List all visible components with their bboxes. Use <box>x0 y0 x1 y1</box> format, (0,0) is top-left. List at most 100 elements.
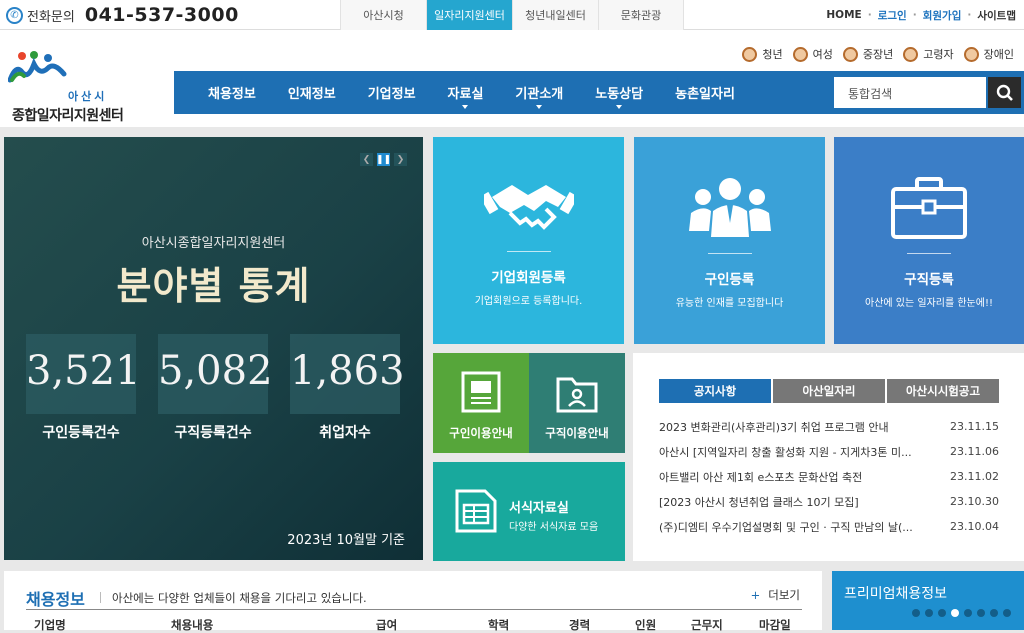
column-header: 근무지 <box>691 618 723 632</box>
site-tab-asan-city[interactable]: 아산시청 <box>340 0 426 30</box>
list-item[interactable]: (주)디엠티 우수기업설명회 및 구인 · 구직 만남의 날(... 23.10.… <box>659 514 999 539</box>
home-link[interactable]: HOME <box>826 9 861 21</box>
next-icon[interactable]: ❯ <box>394 153 407 166</box>
tab-asan-jobs[interactable]: 아산일자리 <box>773 379 885 403</box>
prev-icon[interactable]: ❮ <box>360 153 373 166</box>
notice-date: 23.11.06 <box>950 445 999 458</box>
top-bar: ✆ 전화문의 041-537-3000 아산시청 일자리지원센터 청년내일센터 … <box>0 0 1024 30</box>
notice-date: 23.10.04 <box>950 520 999 533</box>
site-tab-job-center[interactable]: 일자리지원센터 <box>426 0 512 30</box>
persona-label: 고령자 <box>923 48 954 61</box>
nav-label: 기관소개 <box>515 87 564 102</box>
site-tab-youth-center[interactable]: 청년내일센터 <box>512 0 598 30</box>
list-item[interactable]: 2023 변화관리(사후관리)3기 취업 프로그램 안내 23.11.15 <box>659 414 999 439</box>
carousel-dot[interactable] <box>977 609 985 617</box>
list-item[interactable]: 아트밸리 아산 제1회 e스포츠 문화산업 축전 23.11.02 <box>659 464 999 489</box>
column-header: 학력 <box>488 618 510 632</box>
signup-link[interactable]: 회원가입 <box>923 8 962 23</box>
persona-disabled[interactable]: 장애인 <box>963 46 1014 62</box>
search-icon <box>996 84 1013 101</box>
site-tabs: 아산시청 일자리지원센터 청년내일센터 문화관광 <box>340 0 684 30</box>
plus-icon: + <box>750 588 761 602</box>
tile-title: 기업회원등록 <box>491 270 566 286</box>
job-guide-tile[interactable]: 구직이용안내 <box>529 353 625 453</box>
carousel-dot[interactable] <box>990 609 998 617</box>
persona-label: 장애인 <box>983 48 1014 61</box>
sitemap-link[interactable]: 사이트맵 <box>977 8 1016 23</box>
carousel-dot[interactable] <box>912 609 920 617</box>
section-title: 프리미엄채용정보 <box>844 586 948 602</box>
separator-dot: · <box>867 9 872 21</box>
list-item[interactable]: [2023 아산시 청년취업 클래스 10기 모집] 23.10.30 <box>659 489 999 514</box>
notice-title: (주)디엠티 우수기업설명회 및 구인 · 구직 만남의 날(... <box>659 520 913 534</box>
nav-item-recruit[interactable]: 채용정보 <box>192 71 272 114</box>
stat-card: 3,521 <box>26 334 141 414</box>
persona-youth[interactable]: 청년 <box>742 46 783 62</box>
phone-label: 전화문의 <box>27 9 75 25</box>
company-register-tile[interactable]: 기업회원등록 기업회원으로 등록합니다. <box>433 137 624 344</box>
separator-dot: · <box>967 9 972 21</box>
nav-item-talent[interactable]: 인재정보 <box>272 71 352 114</box>
forms-library-tile[interactable]: 서식자료실 다양한 서식자료 모음 <box>433 462 625 561</box>
nav-item-company[interactable]: 기업정보 <box>352 71 432 114</box>
persona-menu: 청년 여성 중장년 고령자 장애인 <box>742 46 1024 62</box>
persona-middle-aged[interactable]: 중장년 <box>842 46 894 62</box>
notice-date: 23.10.30 <box>950 495 999 508</box>
carousel-dots <box>912 609 1016 617</box>
persona-women[interactable]: 여성 <box>792 46 833 62</box>
nav-item-labor[interactable]: 노동상담 <box>579 71 659 114</box>
hire-guide-tile[interactable]: 구인이용안내 <box>433 353 529 453</box>
person-icon <box>842 46 858 62</box>
carousel-dot[interactable] <box>951 609 959 617</box>
more-link[interactable]: + 더보기 <box>751 587 800 603</box>
section-desc: 아산에는 다양한 업체들이 채용을 기다리고 있습니다. <box>112 591 367 605</box>
stat-value: 3,521 <box>26 348 141 394</box>
persona-senior[interactable]: 고령자 <box>903 46 954 62</box>
slide-footnote: 2023년 10월말 기준 <box>287 533 405 548</box>
slide-subtitle: 아산시종합일자리지원센터 <box>141 236 286 251</box>
pause-icon[interactable]: ❚❚ <box>376 153 391 166</box>
person-icon <box>792 46 808 62</box>
notice-tabs: 공지사항 아산일자리 아산시시험공고 <box>659 379 1001 403</box>
notice-board: 공지사항 아산일자리 아산시시험공고 2023 변화관리(사후관리)3기 취업 … <box>633 353 1024 561</box>
column-header: 마감일 <box>759 618 791 632</box>
notice-title: 아트밸리 아산 제1회 e스포츠 문화산업 축전 <box>659 470 863 484</box>
caret-down-icon <box>536 105 543 109</box>
search-input[interactable]: 통합검색 <box>834 77 986 108</box>
tab-notice[interactable]: 공지사항 <box>659 379 771 403</box>
carousel-dot[interactable] <box>938 609 946 617</box>
person-icon <box>963 46 979 62</box>
tile-desc: 기업회원으로 등록합니다. <box>474 296 583 307</box>
stat-value: 5,082 <box>158 348 273 394</box>
search-button[interactable] <box>988 77 1021 108</box>
persona-label: 여성 <box>812 48 833 61</box>
nav-item-about[interactable]: 기관소개 <box>499 71 579 114</box>
column-header: 인원 <box>635 618 657 632</box>
nav-label: 기업정보 <box>367 87 416 102</box>
carousel-dot[interactable] <box>925 609 933 617</box>
nav-item-library[interactable]: 자료실 <box>432 71 500 114</box>
login-link[interactable]: 로그인 <box>878 8 907 23</box>
stat-label: 구직등록건수 <box>174 425 252 441</box>
tile-title: 구직이용안내 <box>545 426 609 440</box>
logo[interactable]: 아산시 종합일자리지원센터 <box>6 50 136 124</box>
table-header: 기업명 채용내용 급여 학력 경력 인원 근무지 마감일 <box>26 617 802 632</box>
persona-label: 중장년 <box>862 48 894 61</box>
carousel-dot[interactable] <box>964 609 972 617</box>
caret-down-icon <box>616 105 623 109</box>
tab-exam-notice[interactable]: 아산시시험공고 <box>887 379 999 403</box>
column-header: 채용내용 <box>171 618 214 632</box>
logo-name: 종합일자리지원센터 <box>12 108 124 124</box>
slide-title: 분야별 통계 <box>116 264 311 308</box>
nav-item-farm-jobs[interactable]: 농촌일자리 <box>659 71 751 114</box>
stat-label: 취업자수 <box>319 425 371 441</box>
hire-register-tile[interactable]: 구인등록 유능한 인재를 모집합니다 <box>634 137 825 344</box>
carousel-dot[interactable] <box>1003 609 1011 617</box>
header: 아산시 종합일자리지원센터 청년 여성 중장년 고령자 장애인 채용정보 인재정… <box>0 30 1024 127</box>
site-tab-culture-tourism[interactable]: 문화관광 <box>598 0 684 30</box>
folder-user-icon <box>556 377 598 413</box>
column-header: 기업명 <box>34 618 66 632</box>
job-register-tile[interactable]: 구직등록 아산에 있는 일자리를 한눈에!! <box>834 137 1024 344</box>
list-item[interactable]: 아산시 [지역일자리 창출 활성화 지원 - 지게차3톤 미... 23.11.0… <box>659 439 999 464</box>
stats-slide[interactable]: ❮ ❚❚ ❯ 아산시종합일자리지원센터 분야별 통계 3,521 5,082 1… <box>4 137 423 560</box>
